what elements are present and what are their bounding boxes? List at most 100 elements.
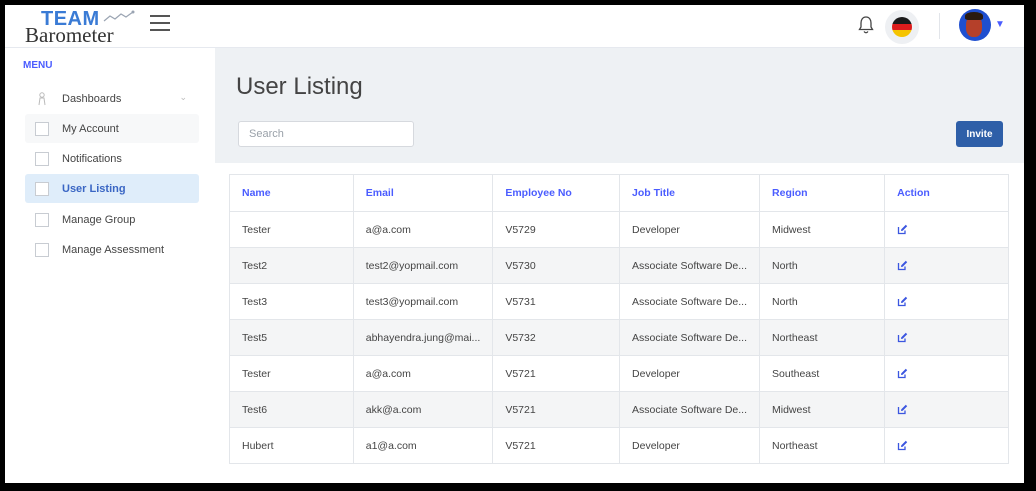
cell-region: Northeast [759, 319, 886, 356]
cell-employee-no: V5730 [492, 247, 621, 284]
cell-email: akk@a.com [352, 391, 494, 428]
cell-region: Southeast [759, 355, 886, 392]
language-selector[interactable] [885, 10, 919, 44]
sidebar-item-notifications[interactable]: Notifications [25, 144, 199, 173]
cell-name: Hubert [229, 427, 354, 464]
sidebar-item-label: User Listing [62, 182, 126, 195]
cell-action [884, 283, 1009, 320]
cell-employee-no: V5729 [492, 211, 621, 248]
column-header-email[interactable]: Email [352, 174, 494, 212]
cell-email: test3@yopmail.com [352, 283, 494, 320]
page-header-band: User Listing Invite [215, 48, 1024, 163]
avatar[interactable] [959, 9, 991, 41]
page-title: User Listing [236, 73, 363, 100]
cell-name: Test3 [229, 283, 354, 320]
sidebar-item-my-account[interactable]: My Account [25, 114, 199, 143]
sidebar-item-manage-group[interactable]: Manage Group [25, 205, 199, 234]
cell-name: Test2 [229, 247, 354, 284]
sidebar-item-label: My Account [62, 122, 119, 135]
cell-action [884, 319, 1009, 356]
box-icon [35, 151, 49, 166]
edit-icon[interactable] [897, 332, 908, 343]
cell-job-title: Associate Software De... [619, 247, 761, 284]
edit-icon[interactable] [897, 440, 908, 451]
dashboard-mascot-icon [35, 91, 49, 106]
box-icon [35, 121, 49, 136]
cell-email: a1@a.com [352, 427, 494, 464]
edit-icon[interactable] [897, 260, 908, 271]
column-header-job-title[interactable]: Job Title [619, 174, 761, 212]
edit-icon[interactable] [897, 224, 908, 235]
cell-job-title: Associate Software De... [619, 319, 761, 356]
cell-name: Test6 [229, 391, 354, 428]
table-row: Hubert a1@a.com V5721 Developer Northeast [229, 427, 1009, 464]
sidebar-item-label: Dashboards [62, 92, 122, 105]
box-icon [35, 212, 49, 227]
cell-region: Midwest [759, 211, 886, 248]
cell-action [884, 427, 1009, 464]
box-icon [35, 181, 49, 196]
search-input[interactable] [238, 121, 414, 147]
bell-icon[interactable] [858, 15, 874, 35]
edit-icon[interactable] [897, 368, 908, 379]
cell-employee-no: V5732 [492, 319, 621, 356]
cell-email: a@a.com [352, 211, 494, 248]
header-divider [939, 13, 940, 39]
table-row: Test3 test3@yopmail.com V5731 Associate Sof… [229, 283, 1009, 320]
cell-employee-no: V5731 [492, 283, 621, 320]
germany-flag-icon [892, 17, 912, 37]
cell-job-title: Associate Software De... [619, 391, 761, 428]
cell-email: test2@yopmail.com [352, 247, 494, 284]
cell-job-title: Developer [619, 355, 761, 392]
cell-job-title: Associate Software De... [619, 283, 761, 320]
cell-action [884, 211, 1009, 248]
top-header: TEAM Barometer ▼ [5, 5, 1024, 48]
column-header-name[interactable]: Name [229, 174, 354, 212]
cell-job-title: Developer [619, 427, 761, 464]
logo[interactable]: TEAM Barometer [25, 8, 145, 47]
cell-email: a@a.com [352, 355, 494, 392]
cell-email: abhayendra.jung@mai... [352, 319, 494, 356]
app-frame: TEAM Barometer ▼ MENU Dashboards ⌄ My Ac… [5, 5, 1024, 483]
menu-title: MENU [23, 60, 53, 71]
table-row: Test2 test2@yopmail.com V5730 Associate Sof… [229, 247, 1009, 284]
cell-region: Northeast [759, 427, 886, 464]
cell-employee-no: V5721 [492, 355, 621, 392]
cell-region: Midwest [759, 391, 886, 428]
table-row: Test5 abhayendra.jung@mai... V5732 Associat… [229, 319, 1009, 356]
cell-employee-no: V5721 [492, 391, 621, 428]
edit-icon[interactable] [897, 296, 908, 307]
sidebar-item-label: Manage Group [62, 213, 136, 226]
sidebar-item-label: Notifications [62, 152, 122, 165]
sidebar-item-label: Manage Assessment [62, 243, 165, 256]
cell-name: Tester [229, 211, 354, 248]
cell-region: North [759, 247, 886, 284]
table-row: Tester a@a.com V5721 Developer Southeast [229, 355, 1009, 392]
user-table-container: Name Email Employee No Job Title Region … [229, 174, 1009, 468]
sidebar-item-user-listing[interactable]: User Listing [25, 174, 199, 203]
edit-icon[interactable] [897, 404, 908, 415]
sidebar: MENU Dashboards ⌄ My Account Notificatio… [5, 48, 215, 483]
column-header-employee-no[interactable]: Employee No [492, 174, 621, 212]
box-icon [35, 242, 49, 257]
cell-name: Test5 [229, 319, 354, 356]
logo-barometer-text: Barometer [25, 23, 114, 47]
table-row: Tester a@a.com V5729 Developer Midwest [229, 211, 1009, 248]
chevron-down-icon[interactable]: ▼ [995, 19, 1005, 30]
sidebar-item-dashboards[interactable]: Dashboards ⌄ [25, 84, 199, 113]
cell-action [884, 391, 1009, 428]
cell-region: North [759, 283, 886, 320]
invite-button[interactable]: Invite [956, 121, 1003, 147]
table-row: Test6 akk@a.com V5721 Associate Software De… [229, 391, 1009, 428]
chevron-down-icon: ⌄ [179, 92, 187, 102]
sparkline-logo-icon [103, 10, 135, 22]
cell-job-title: Developer [619, 211, 761, 248]
cell-name: Tester [229, 355, 354, 392]
column-header-region[interactable]: Region [759, 174, 886, 212]
cell-employee-no: V5721 [492, 427, 621, 464]
user-table: Name Email Employee No Job Title Region … [229, 174, 1009, 464]
table-header-row: Name Email Employee No Job Title Region … [229, 174, 1009, 212]
sidebar-item-manage-assessment[interactable]: Manage Assessment [25, 235, 199, 264]
hamburger-menu-icon[interactable] [150, 15, 170, 33]
cell-action [884, 247, 1009, 284]
